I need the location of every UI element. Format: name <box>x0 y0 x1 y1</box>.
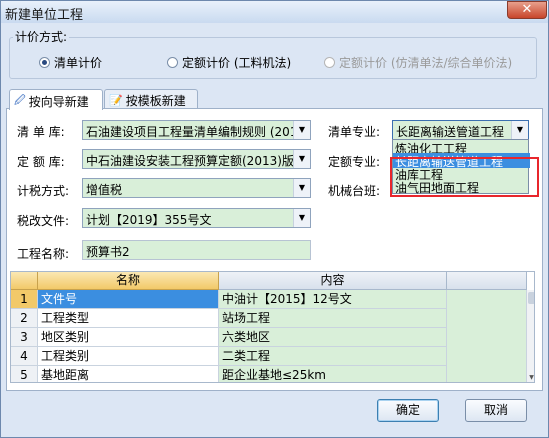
cell-name[interactable]: 文件号 <box>38 290 219 309</box>
cell-value[interactable]: 中油计【2015】12号文 <box>219 290 447 309</box>
project-name-value: 预算书2 <box>86 245 130 259</box>
radio-unchecked-icon <box>167 57 178 68</box>
radio-quota-bill-style: 定额计价 (仿清单法/综合单价法) <box>324 54 512 71</box>
grid-scrollbar[interactable]: ▼ <box>527 290 534 382</box>
grid-header-name: 名称 <box>38 272 219 290</box>
radio-checked-icon <box>39 57 50 68</box>
tax-label: 计税方式: <box>17 184 70 198</box>
grid-extra-column <box>447 290 527 382</box>
tax-doc-label: 税改文件: <box>17 214 70 228</box>
close-button[interactable]: ✕ <box>507 1 547 19</box>
wizard-icon: 🖉 <box>14 93 26 107</box>
chevron-down-icon: ▼ <box>293 121 310 139</box>
cell-value[interactable]: 站场工程 <box>219 309 447 328</box>
bill-major-label: 清单专业: <box>328 125 381 139</box>
window-title: 新建单位工程 <box>5 8 84 23</box>
template-icon: 📝 <box>109 94 123 107</box>
radio-label: 定额计价 (工料机法) <box>182 56 292 70</box>
quota-lib-label: 定 额 库: <box>17 155 65 169</box>
tab-wizard[interactable]: 🖉 按向导新建 <box>9 89 103 110</box>
bill-major-select[interactable]: 长距离输送管道工程 ▼ <box>392 120 529 140</box>
cell-name[interactable]: 工程类别 <box>38 347 219 366</box>
pricing-mode-legend: 计价方式: <box>13 28 70 45</box>
bill-lib-label: 清 单 库: <box>17 125 65 139</box>
chevron-down-icon: ▼ <box>293 179 310 197</box>
grid-header-content: 内容 <box>219 272 447 290</box>
quota-major-label: 定额专业: <box>328 155 381 169</box>
cell-name[interactable]: 地区类别 <box>38 328 219 347</box>
row-number: 4 <box>11 347 38 366</box>
radio-bill-pricing[interactable]: 清单计价 <box>39 54 102 71</box>
chevron-down-icon: ▼ <box>511 121 528 139</box>
project-name-label: 工程名称: <box>17 247 70 261</box>
grid-header-extra <box>447 272 527 290</box>
project-name-input[interactable]: 预算书2 <box>82 240 311 260</box>
red-highlight-box <box>390 157 539 197</box>
grid-corner <box>11 272 38 290</box>
close-icon: ✕ <box>521 2 533 17</box>
chevron-down-icon: ▼ <box>293 209 310 227</box>
tax-select[interactable]: 增值税 ▼ <box>82 178 311 198</box>
row-number: 1 <box>11 290 38 309</box>
cell-name[interactable]: 基地距离 <box>38 366 219 382</box>
quota-lib-select[interactable]: 中石油建设安装工程预算定额(2013)版 ▼ <box>82 149 311 169</box>
tax-value: 增值税 <box>86 183 123 197</box>
cell-value[interactable]: 距企业基地≤25km <box>219 366 447 382</box>
cancel-button[interactable]: 取消 <box>465 399 527 422</box>
tab-label: 按向导新建 <box>28 94 89 109</box>
bill-lib-value: 石油建设项目工程量清单编制规则 (2017 <box>86 125 306 139</box>
tab-label: 按模板新建 <box>125 94 186 108</box>
radio-label: 清单计价 <box>54 56 103 70</box>
tax-doc-value: 计划【2019】355号文 <box>86 213 212 227</box>
scrollbar-thumb[interactable] <box>528 292 534 304</box>
bill-major-value: 长距离输送管道工程 <box>396 125 505 139</box>
cell-value[interactable]: 二类工程 <box>219 347 447 366</box>
radio-label: 定额计价 (仿清单法/综合单价法) <box>339 56 513 70</box>
tab-template[interactable]: 📝 按模板新建 <box>104 89 198 109</box>
row-number: 3 <box>11 328 38 347</box>
cell-name[interactable]: 工程类型 <box>38 309 219 328</box>
title-bar[interactable]: 新建单位工程 ✕ <box>1 1 548 23</box>
scroll-down-icon[interactable]: ▼ <box>527 374 534 382</box>
quota-lib-value: 中石油建设安装工程预算定额(2013)版 <box>86 154 294 168</box>
cell-value[interactable]: 六类地区 <box>219 328 447 347</box>
row-number: 2 <box>11 309 38 328</box>
row-number: 5 <box>11 366 38 382</box>
chevron-down-icon: ▼ <box>293 150 310 168</box>
project-info-grid: 名称 内容 1 文件号 中油计【2015】12号文 2 工程类型 站场工程 3 … <box>10 271 535 383</box>
ok-button[interactable]: 确定 <box>377 399 439 422</box>
radio-quota-labor[interactable]: 定额计价 (工料机法) <box>167 54 291 71</box>
bill-lib-select[interactable]: 石油建设项目工程量清单编制规则 (2017 ▼ <box>82 120 311 140</box>
machine-label: 机械台班: <box>328 184 381 198</box>
radio-unchecked-icon <box>324 57 335 68</box>
new-unit-project-dialog: 新建单位工程 ✕ 计价方式: 清单计价 定额计价 (工料机法) 定额计价 (仿清… <box>0 0 549 438</box>
tax-doc-select[interactable]: 计划【2019】355号文 ▼ <box>82 208 311 228</box>
